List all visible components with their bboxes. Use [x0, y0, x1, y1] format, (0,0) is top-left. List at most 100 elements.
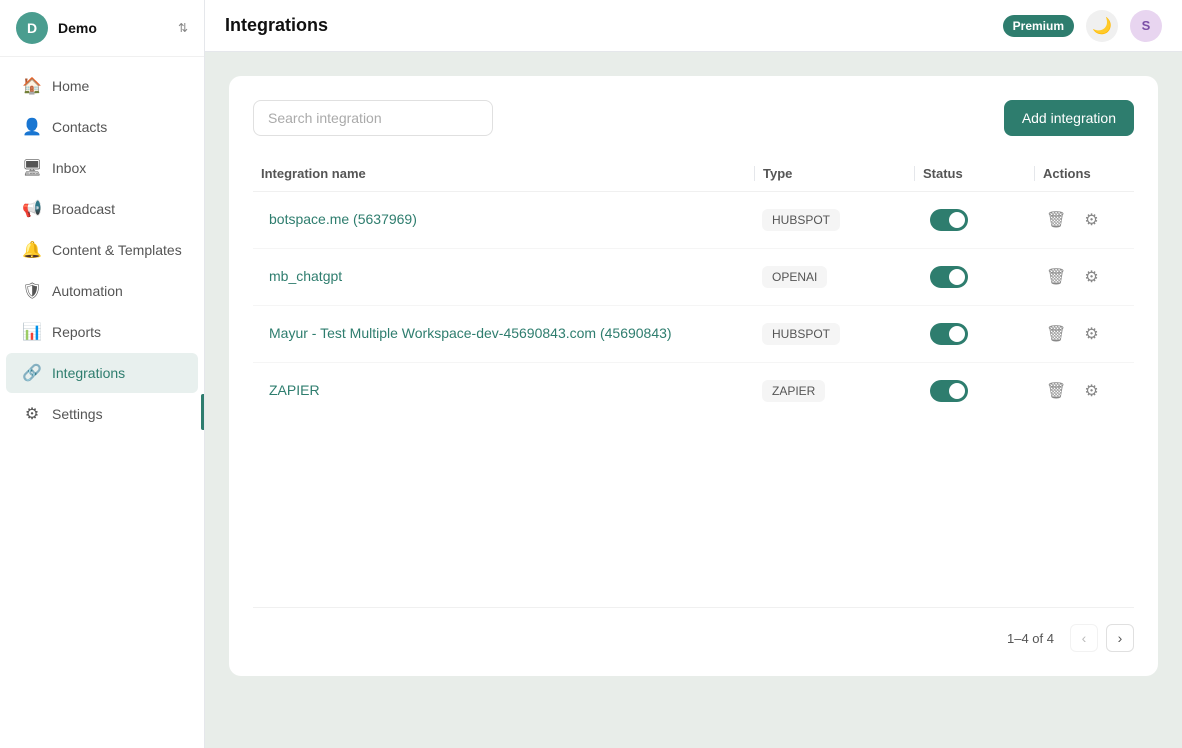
premium-badge: Premium [1003, 15, 1074, 37]
sidebar-item-label-reports: Reports [52, 324, 101, 340]
type-cell-3: HUBSPOT [754, 323, 914, 345]
sidebar: D Demo ⇅ 🏠 Home 👤 Contacts 🖥 Inbox [0, 0, 205, 748]
sidebar-item-reports[interactable]: 📊 Reports [6, 312, 198, 352]
nav-item-wrapper-automation: 🛡 Automation [0, 271, 204, 311]
integration-name-cell: ZAPIER [253, 382, 754, 400]
integration-name-link-1[interactable]: botspace.me (5637969) [261, 211, 425, 227]
status-cell-4 [914, 380, 1034, 402]
col-header-type: Type [754, 166, 914, 181]
sidebar-item-settings[interactable]: ⚙ Settings [6, 394, 198, 434]
actions-cell-2: 🗑 ⚙ [1034, 263, 1134, 291]
status-cell-1 [914, 209, 1034, 231]
status-cell-3 [914, 323, 1034, 345]
nav-item-wrapper-broadcast: 📢 Broadcast [0, 189, 204, 229]
integration-name-link-3[interactable]: Mayur - Test Multiple Workspace-dev-4569… [261, 325, 680, 341]
delete-icon-2[interactable]: 🗑 [1042, 263, 1070, 291]
pagination-info: 1–4 of 4 [1007, 631, 1054, 646]
content-icon: 🔔 [22, 240, 42, 260]
table-body: botspace.me (5637969) HUBSPOT 🗑 ⚙ [253, 192, 1134, 419]
sidebar-item-contacts[interactable]: 👤 Contacts [6, 107, 198, 147]
delete-icon-4[interactable]: 🗑 [1042, 377, 1070, 405]
delete-icon-1[interactable]: 🗑 [1042, 206, 1070, 234]
contacts-icon: 👤 [22, 117, 42, 137]
integration-name-cell: mb_chatgpt [253, 268, 754, 286]
home-icon: 🏠 [22, 76, 42, 96]
sidebar-item-label-inbox: Inbox [52, 160, 86, 176]
sidebar-item-label-settings: Settings [52, 406, 103, 422]
sidebar-item-label-contacts: Contacts [52, 119, 107, 135]
type-badge-2: OPENAI [762, 266, 827, 288]
settings-icon-3[interactable]: ⚙ [1080, 320, 1102, 348]
sidebar-item-home[interactable]: 🏠 Home [6, 66, 198, 106]
table-header: Integration name Type Status Actions [253, 156, 1134, 192]
broadcast-icon: 📢 [22, 199, 42, 219]
sidebar-header[interactable]: D Demo ⇅ [0, 0, 204, 57]
search-input[interactable] [253, 100, 493, 136]
sidebar-item-automation[interactable]: 🛡 Automation [6, 271, 198, 311]
integrations-icon: 🔗 [22, 363, 42, 383]
theme-toggle-button[interactable]: 🌙 [1086, 10, 1118, 42]
status-toggle-4[interactable] [930, 380, 968, 402]
status-toggle-2[interactable] [930, 266, 968, 288]
col-header-name: Integration name [253, 166, 754, 181]
user-avatar[interactable]: S [1130, 10, 1162, 42]
pagination-prev-button[interactable]: ‹ [1070, 624, 1098, 652]
reports-icon: 📊 [22, 322, 42, 342]
nav-item-wrapper-reports: 📊 Reports [0, 312, 204, 352]
add-integration-button[interactable]: Add integration [1004, 100, 1134, 136]
actions-cell-1: 🗑 ⚙ [1034, 206, 1134, 234]
integrations-card: Add integration Integration name Type St… [229, 76, 1158, 676]
type-cell-1: HUBSPOT [754, 209, 914, 231]
table-row: ZAPIER ZAPIER 🗑 ⚙ [253, 363, 1134, 419]
integration-name-link-4[interactable]: ZAPIER [261, 382, 328, 398]
type-badge-3: HUBSPOT [762, 323, 840, 345]
sidebar-item-broadcast[interactable]: 📢 Broadcast [6, 189, 198, 229]
main-area: Integrations Premium 🌙 S Add integration… [205, 0, 1182, 748]
card-toolbar: Add integration [253, 100, 1134, 136]
settings-icon-2[interactable]: ⚙ [1080, 263, 1102, 291]
nav-item-wrapper-home: 🏠 Home [0, 66, 204, 106]
sidebar-item-label-integrations: Integrations [52, 365, 125, 381]
integration-name-link-2[interactable]: mb_chatgpt [261, 268, 350, 284]
col-header-actions: Actions [1034, 166, 1134, 181]
status-toggle-3[interactable] [930, 323, 968, 345]
type-cell-2: OPENAI [754, 266, 914, 288]
integration-name-cell: Mayur - Test Multiple Workspace-dev-4569… [253, 325, 754, 343]
workspace-avatar: D [16, 12, 48, 44]
type-badge-4: ZAPIER [762, 380, 825, 402]
sidebar-item-label-broadcast: Broadcast [52, 201, 115, 217]
nav-item-wrapper-inbox: 🖥 Inbox [0, 148, 204, 188]
sidebar-nav: 🏠 Home 👤 Contacts 🖥 Inbox 📢 Broadcast [0, 57, 204, 748]
moon-icon: 🌙 [1092, 16, 1112, 36]
table-row: mb_chatgpt OPENAI 🗑 ⚙ [253, 249, 1134, 306]
status-cell-2 [914, 266, 1034, 288]
actions-cell-4: 🗑 ⚙ [1034, 377, 1134, 405]
delete-icon-3[interactable]: 🗑 [1042, 320, 1070, 348]
sidebar-item-integrations[interactable]: 🔗 Integrations [6, 353, 198, 393]
nav-item-wrapper-contacts: 👤 Contacts [0, 107, 204, 147]
nav-item-wrapper-settings: ⚙ Settings [0, 394, 204, 434]
content-area: Add integration Integration name Type St… [205, 52, 1182, 748]
integration-name-cell: botspace.me (5637969) [253, 211, 754, 229]
nav-item-wrapper-integrations: 🔗 Integrations [0, 353, 204, 393]
page-title: Integrations [225, 15, 991, 36]
sidebar-item-label-content: Content & Templates [52, 242, 182, 258]
pagination-next-button[interactable]: › [1106, 624, 1134, 652]
sidebar-item-inbox[interactable]: 🖥 Inbox [6, 148, 198, 188]
sidebar-item-content[interactable]: 🔔 Content & Templates [6, 230, 198, 270]
workspace-chevron-icon[interactable]: ⇅ [178, 21, 188, 35]
settings-icon-4[interactable]: ⚙ [1080, 377, 1102, 405]
sidebar-item-label-automation: Automation [52, 283, 123, 299]
workspace-name: Demo [58, 20, 168, 36]
nav-item-wrapper-content: 🔔 Content & Templates [0, 230, 204, 270]
table-row: Mayur - Test Multiple Workspace-dev-4569… [253, 306, 1134, 363]
search-wrapper [253, 100, 493, 136]
status-toggle-1[interactable] [930, 209, 968, 231]
type-badge-1: HUBSPOT [762, 209, 840, 231]
col-header-status: Status [914, 166, 1034, 181]
sidebar-item-label-home: Home [52, 78, 89, 94]
automation-icon: 🛡 [22, 281, 42, 301]
settings-icon-1[interactable]: ⚙ [1080, 206, 1102, 234]
pagination: 1–4 of 4 ‹ › [253, 607, 1134, 652]
actions-cell-3: 🗑 ⚙ [1034, 320, 1134, 348]
